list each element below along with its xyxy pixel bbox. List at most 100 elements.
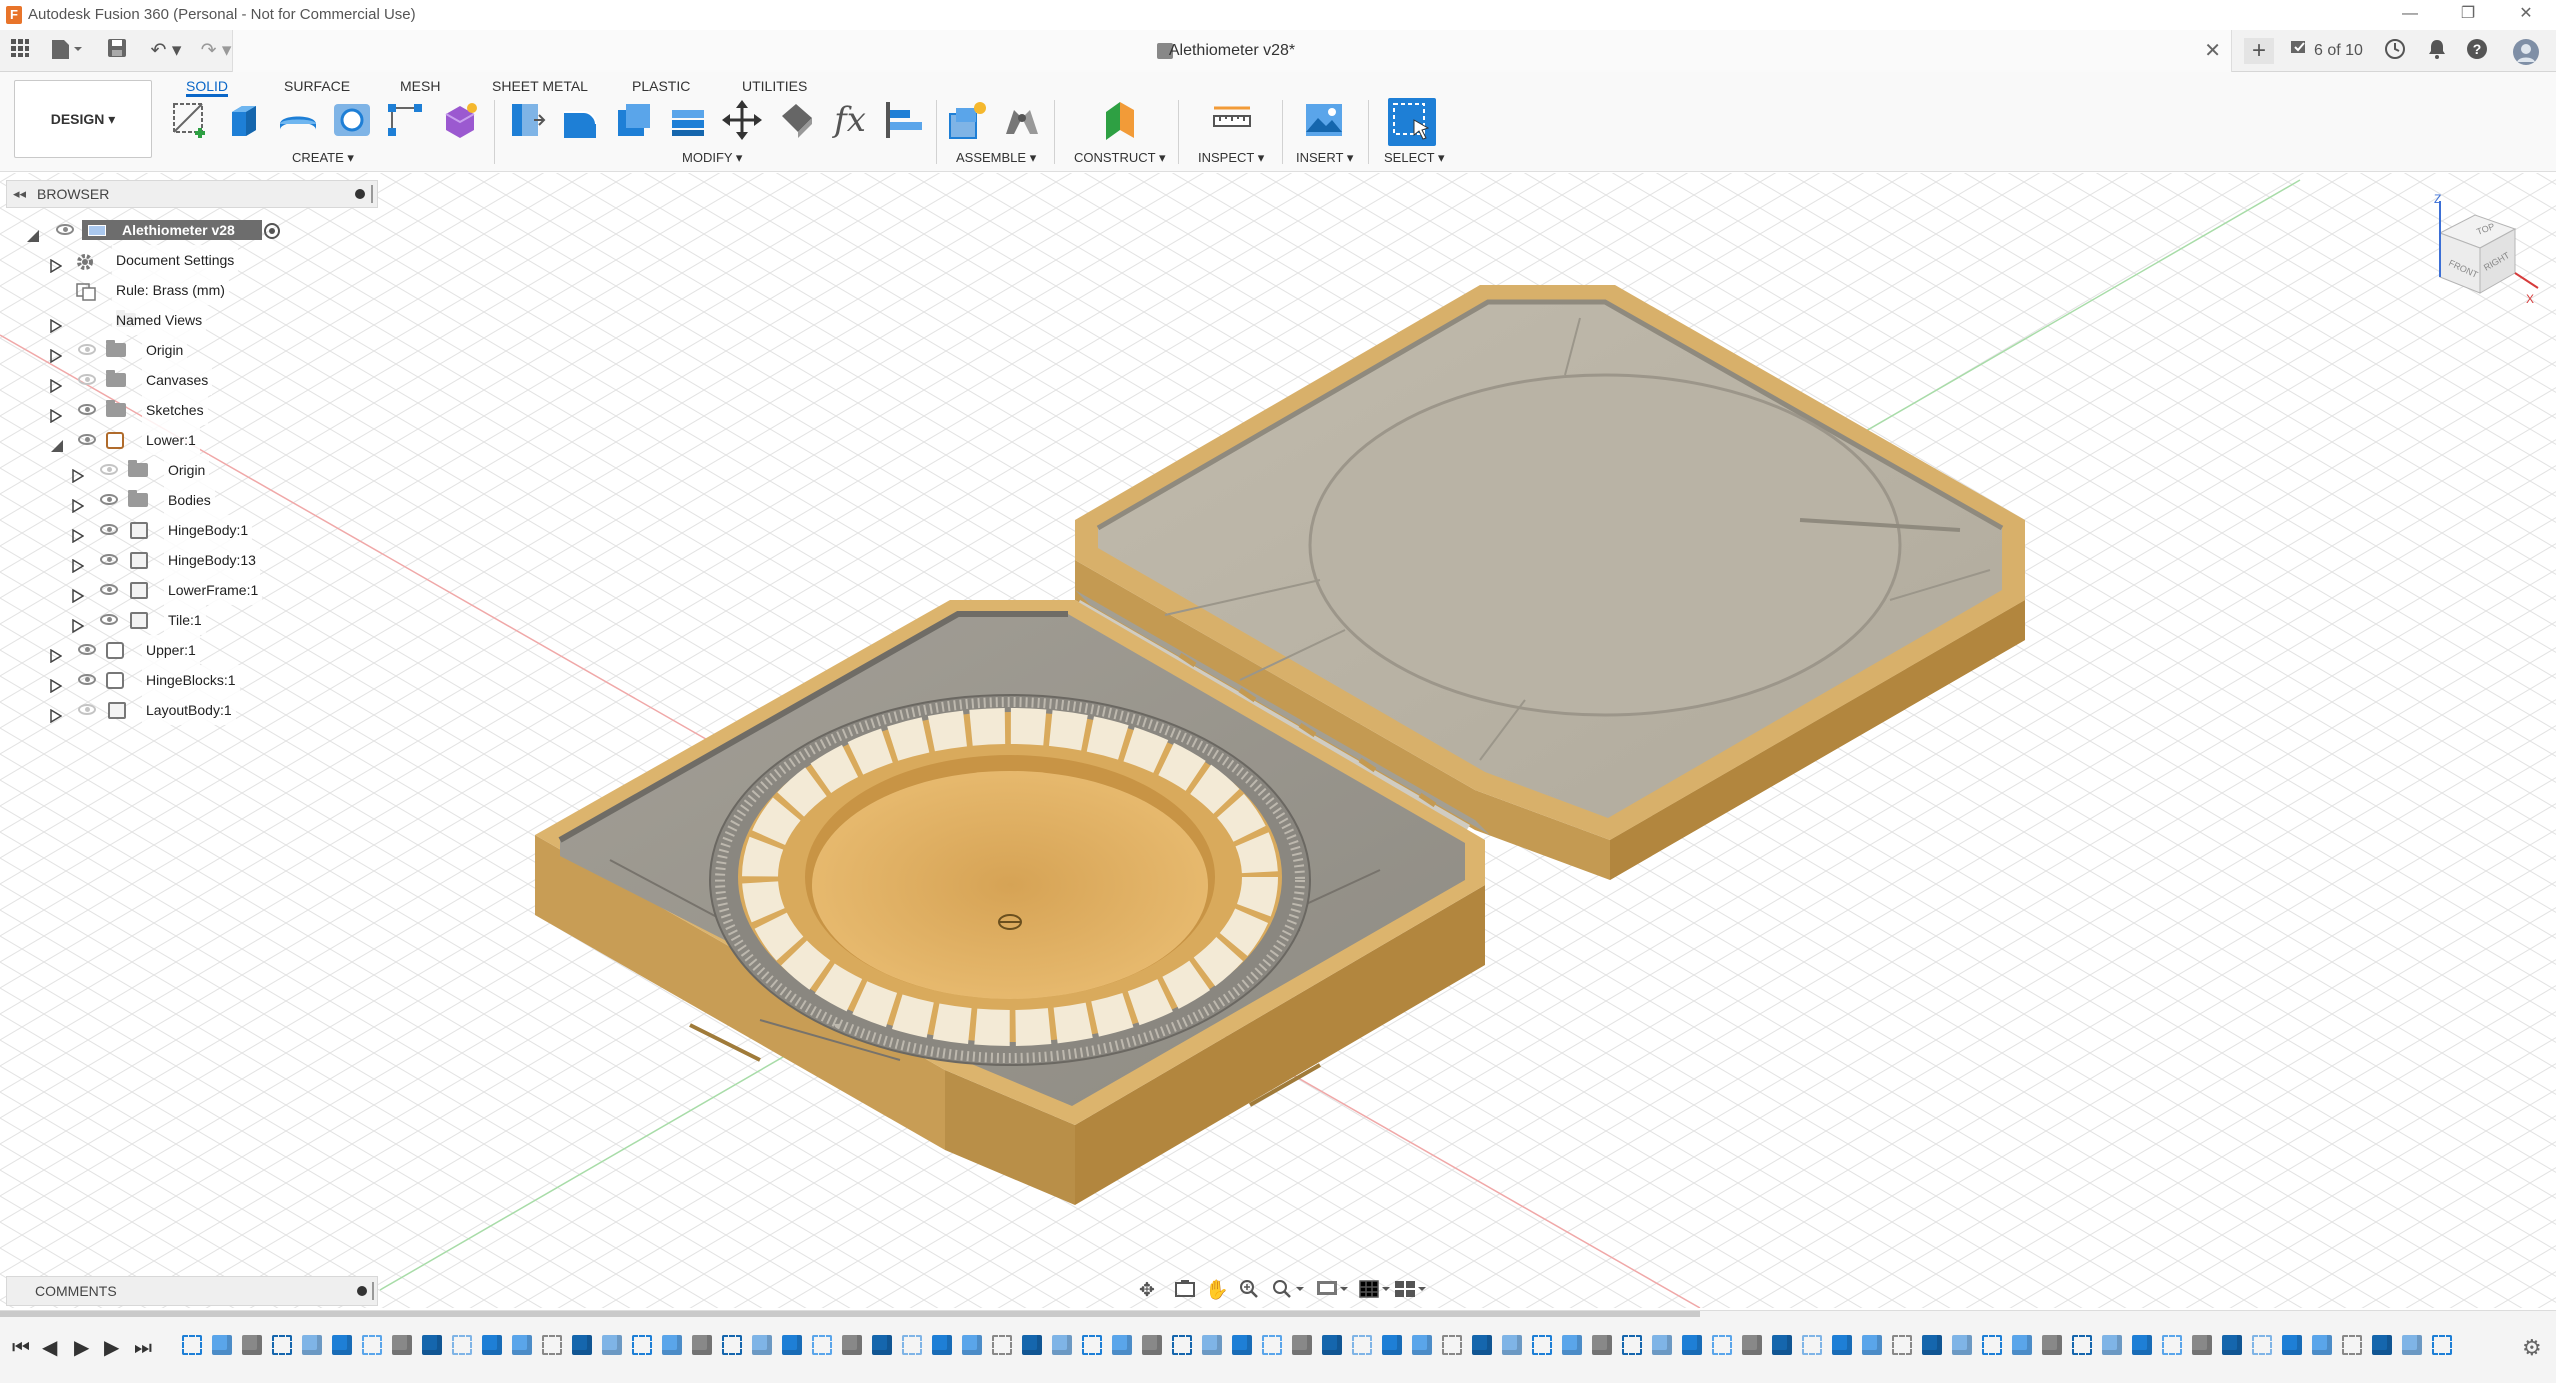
assemble-menu[interactable]: ASSEMBLE ▾	[956, 150, 1036, 166]
combine-icon[interactable]	[666, 98, 710, 142]
timeline-feature-icon[interactable]	[1982, 1335, 2002, 1355]
timeline-feature-icon[interactable]	[872, 1335, 892, 1355]
help-icon[interactable]: ?	[2466, 38, 2490, 69]
timeline-feature-icon[interactable]	[2162, 1335, 2182, 1355]
visibility-eye-icon[interactable]	[78, 704, 96, 715]
timeline-feature-icon[interactable]	[302, 1335, 322, 1355]
undo-icon[interactable]: ↶ ▾	[146, 38, 186, 64]
document-tab[interactable]: Alethiometer v28* ✕	[232, 30, 2232, 72]
hole-icon[interactable]	[330, 98, 374, 142]
tree-item-lower[interactable]: Lower:1	[6, 425, 378, 455]
timeline-feature-icon[interactable]	[1862, 1335, 1882, 1355]
timeline-feature-icon[interactable]	[1652, 1335, 1672, 1355]
align-icon[interactable]	[882, 98, 926, 142]
timeline-feature-icon[interactable]	[1562, 1335, 1582, 1355]
timeline-feature-icon[interactable]	[392, 1335, 412, 1355]
tree-item-hingebody-13[interactable]: HingeBody:13	[6, 545, 378, 575]
timeline-feature-icon[interactable]	[422, 1335, 442, 1355]
timeline-feature-icon[interactable]	[692, 1335, 712, 1355]
tree-item-tile[interactable]: Tile:1	[6, 605, 378, 635]
tree-item-upper[interactable]: Upper:1	[6, 635, 378, 665]
timeline-feature-icon[interactable]	[1682, 1335, 1702, 1355]
timeline-feature-icon[interactable]	[2222, 1335, 2242, 1355]
timeline-feature-icon[interactable]	[2102, 1335, 2122, 1355]
grid-settings-icon[interactable]	[1357, 1279, 1393, 1303]
extrude-icon[interactable]	[222, 98, 266, 142]
tree-item-rule[interactable]: Rule: Brass (mm)	[6, 275, 378, 305]
timeline-feature-icon[interactable]	[452, 1335, 472, 1355]
timeline-feature-icon[interactable]	[602, 1335, 622, 1355]
timeline-feature-icon[interactable]	[1592, 1335, 1612, 1355]
pan-hand-icon[interactable]: ✋	[1205, 1279, 1229, 1303]
pin-icon[interactable]	[355, 189, 365, 199]
timeline-feature-icon[interactable]	[542, 1335, 562, 1355]
new-component-icon[interactable]	[946, 98, 990, 142]
step-back-icon[interactable]: ◀	[42, 1338, 57, 1358]
fillet-icon[interactable]	[558, 98, 602, 142]
timeline-feature-icon[interactable]	[2042, 1335, 2062, 1355]
comments-panel[interactable]: COMMENTS	[6, 1276, 378, 1306]
timeline-feature-icon[interactable]	[362, 1335, 382, 1355]
tree-item-hingeblocks[interactable]: HingeBlocks:1	[6, 665, 378, 695]
joint-icon[interactable]	[1000, 98, 1044, 142]
timeline-feature-icon[interactable]	[1622, 1335, 1642, 1355]
visibility-eye-icon[interactable]	[78, 434, 96, 445]
timeline-feature-icon[interactable]	[272, 1335, 292, 1355]
timeline-feature-icon[interactable]	[242, 1335, 262, 1355]
timeline-feature-icon[interactable]	[2282, 1335, 2302, 1355]
visibility-eye-icon[interactable]	[78, 374, 96, 385]
pin-icon[interactable]	[357, 1286, 367, 1296]
visibility-eye-icon[interactable]	[100, 524, 118, 535]
tab-utilities[interactable]: UTILITIES	[742, 75, 807, 97]
activate-radio-icon[interactable]	[264, 223, 280, 239]
tree-item-bodies[interactable]: Bodies	[6, 485, 378, 515]
tab-close-icon[interactable]: ✕	[2204, 38, 2221, 63]
timeline-feature-icon[interactable]	[752, 1335, 772, 1355]
timeline-feature-icon[interactable]	[1832, 1335, 1852, 1355]
timeline-feature-icon[interactable]	[2372, 1335, 2392, 1355]
timeline-feature-icon[interactable]	[812, 1335, 832, 1355]
go-to-end-icon[interactable]: ⏭	[134, 1338, 152, 1358]
timeline-feature-icon[interactable]	[1742, 1335, 1762, 1355]
timeline-feature-icon[interactable]	[2132, 1335, 2152, 1355]
notifications-bell-icon[interactable]	[2426, 38, 2450, 69]
tree-item-origin[interactable]: Origin	[6, 335, 378, 365]
tree-root[interactable]: Alethiometer v28	[6, 215, 378, 245]
create-form-icon[interactable]	[438, 98, 482, 142]
timeline-feature-icon[interactable]	[902, 1335, 922, 1355]
timeline-feature-icon[interactable]	[2402, 1335, 2422, 1355]
panel-resize-handle[interactable]	[372, 1282, 374, 1300]
timeline-feature-icon[interactable]	[1262, 1335, 1282, 1355]
collapse-panel-icon[interactable]: ◂◂	[13, 181, 26, 207]
timeline-feature-icon[interactable]	[2012, 1335, 2032, 1355]
modify-menu[interactable]: MODIFY ▾	[682, 150, 742, 166]
job-status-icon[interactable]	[2290, 38, 2310, 65]
model-canvas[interactable]	[0, 173, 2556, 1308]
job-status-count[interactable]: 6 of 10	[2314, 38, 2363, 64]
timeline-feature-icon[interactable]	[782, 1335, 802, 1355]
timeline-feature-icon[interactable]	[182, 1335, 202, 1355]
user-avatar-icon[interactable]	[2512, 38, 2542, 75]
timeline-feature-icon[interactable]	[1892, 1335, 1912, 1355]
timeline-feature-icon[interactable]	[1472, 1335, 1492, 1355]
tab-mesh[interactable]: MESH	[400, 75, 440, 97]
timeline-settings-gear-icon[interactable]: ⚙	[2522, 1335, 2542, 1361]
tree-item-lowerframe[interactable]: LowerFrame:1	[6, 575, 378, 605]
new-tab-button[interactable]: +	[2244, 38, 2274, 64]
zoom-icon[interactable]	[1237, 1279, 1261, 1303]
tree-item-hingebody-1[interactable]: HingeBody:1	[6, 515, 378, 545]
timeline-feature-icon[interactable]	[1232, 1335, 1252, 1355]
timeline-feature-icon[interactable]	[212, 1335, 232, 1355]
viewcube[interactable]: TOP FRONT RIGHT Z X	[2420, 192, 2540, 313]
tree-item-sketches[interactable]: Sketches	[6, 395, 378, 425]
timeline-feature-icon[interactable]	[2192, 1335, 2212, 1355]
browser-header[interactable]: ◂◂ BROWSER	[6, 180, 378, 208]
display-settings-icon[interactable]	[1315, 1279, 1351, 1303]
visibility-eye-icon[interactable]	[78, 404, 96, 415]
timeline-feature-icon[interactable]	[992, 1335, 1012, 1355]
tree-item-named-views[interactable]: Named Views	[6, 305, 378, 335]
visibility-eye-icon[interactable]	[100, 554, 118, 565]
insert-image-icon[interactable]	[1302, 98, 1346, 142]
play-icon[interactable]: ▶	[74, 1338, 89, 1358]
step-forward-icon[interactable]: ▶	[104, 1338, 119, 1358]
